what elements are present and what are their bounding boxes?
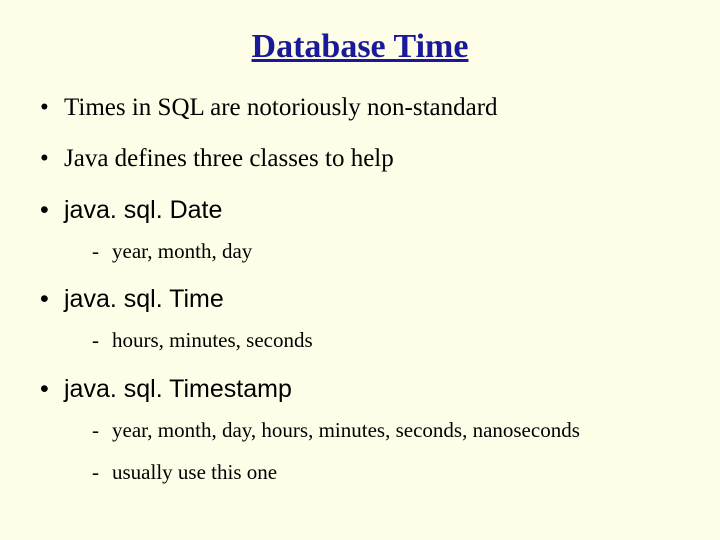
sub-bullet-list: hours, minutes, seconds bbox=[92, 327, 690, 353]
bullet-item: java. sql. Date year, month, day bbox=[30, 195, 690, 265]
bullet-item: java. sql. Timestamp year, month, day, h… bbox=[30, 374, 690, 486]
sub-bullet-item: year, month, day, hours, minutes, second… bbox=[92, 417, 690, 443]
bullet-text: Times in SQL are notoriously non-standar… bbox=[64, 94, 498, 121]
slide-title: Database Time bbox=[30, 28, 690, 66]
sub-bullet-list: year, month, day, hours, minutes, second… bbox=[92, 417, 690, 486]
bullet-item: Times in SQL are notoriously non-standar… bbox=[30, 92, 690, 123]
sub-bullet-item: year, month, day bbox=[92, 238, 690, 264]
bullet-item: java. sql. Time hours, minutes, seconds bbox=[30, 284, 690, 354]
sub-bullet-item: hours, minutes, seconds bbox=[92, 327, 690, 353]
bullet-text: java. sql. Timestamp bbox=[64, 375, 292, 403]
slide: Database Time Times in SQL are notorious… bbox=[0, 0, 720, 540]
bullet-text: java. sql. Time bbox=[64, 285, 224, 313]
sub-bullet-list: year, month, day bbox=[92, 238, 690, 264]
bullet-text: java. sql. Date bbox=[64, 196, 222, 224]
bullet-text: Java defines three classes to help bbox=[64, 145, 394, 172]
bullet-list: Times in SQL are notoriously non-standar… bbox=[30, 92, 690, 485]
sub-bullet-item: usually use this one bbox=[92, 459, 690, 485]
bullet-item: Java defines three classes to help bbox=[30, 143, 690, 174]
